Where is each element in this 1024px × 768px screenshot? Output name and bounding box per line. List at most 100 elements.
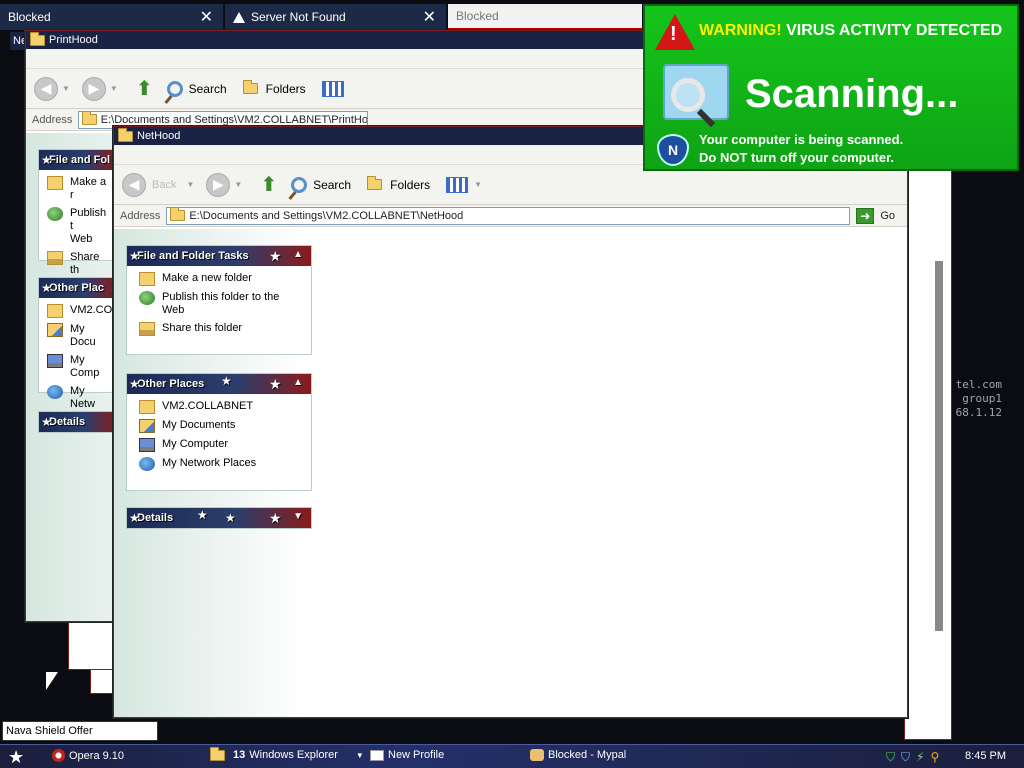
magnifier-icon bbox=[671, 78, 705, 112]
dropdown-arrow-icon[interactable]: ▼ bbox=[110, 84, 118, 93]
star-icon: ★ bbox=[269, 248, 282, 264]
message-prefix: Do bbox=[699, 150, 720, 165]
network-places-icon bbox=[139, 457, 155, 471]
place-label: My Network Places bbox=[162, 457, 257, 469]
panel-header[interactable]: ★ Other Places ★ ★ ▲ bbox=[127, 374, 311, 394]
tab-title: Blocked bbox=[8, 10, 51, 24]
stacked-window-edge bbox=[90, 668, 115, 694]
address-label: Address bbox=[32, 113, 73, 126]
shield-letter: N bbox=[667, 142, 679, 158]
up-folder-icon[interactable]: ⬆ bbox=[260, 172, 277, 197]
dropdown-arrow-icon[interactable]: ▼ bbox=[186, 180, 194, 189]
scan-status: Scanning... bbox=[745, 72, 959, 116]
panel-header[interactable]: ★ Details bbox=[39, 412, 117, 432]
dropdown-arrow-icon[interactable]: ▼ bbox=[62, 84, 70, 93]
place-my-documents[interactable]: My Documents bbox=[139, 419, 301, 433]
place-item[interactable]: VM2.CO bbox=[47, 304, 112, 318]
scan-message-1: Your computer is being scanned. bbox=[699, 132, 904, 147]
search-button[interactable]: Search bbox=[166, 80, 227, 97]
folders-icon bbox=[367, 176, 383, 190]
tab-server-not-found[interactable]: Server Not Found ✕ bbox=[225, 4, 447, 30]
back-button-label[interactable]: Back bbox=[152, 179, 176, 191]
clock[interactable]: 8:45 PM bbox=[965, 750, 1006, 762]
warning-headline: WARNING! VIRUS ACTIVITY DETECTED bbox=[699, 22, 1002, 40]
place-item[interactable]: My Comp bbox=[47, 354, 107, 380]
my-computer-icon bbox=[139, 438, 155, 452]
file-tasks-panel: ★ File and Fol Make a r Publish t Web Sh… bbox=[38, 149, 118, 276]
dropdown-arrow-icon[interactable]: ▼ bbox=[234, 180, 242, 189]
window-title: PrintHood bbox=[49, 34, 98, 46]
folders-button[interactable]: Folders bbox=[367, 176, 431, 192]
address-input[interactable]: E:\Documents and Settings\VM2.COLLABNET\… bbox=[166, 206, 851, 225]
panel-header[interactable]: ★ File and Folder Tasks ★ ▲ bbox=[127, 246, 311, 266]
warning-text: VIRUS ACTIVITY DETECTED bbox=[786, 22, 1003, 39]
views-icon[interactable] bbox=[321, 80, 344, 97]
scrollbar[interactable] bbox=[935, 261, 943, 631]
other-places-panel: ★ Other Places ★ ★ ▲ VM2.COLLABNET My Do… bbox=[126, 373, 312, 491]
folder-icon bbox=[139, 400, 155, 414]
task-label: Publish t bbox=[70, 207, 107, 232]
folders-label: Folders bbox=[265, 81, 306, 96]
taskbar: ★ Opera 9.10 13 Windows Explorer ▼ New P… bbox=[0, 744, 1024, 768]
my-documents-icon bbox=[139, 419, 155, 433]
expand-chevron-icon[interactable]: ▼ bbox=[293, 511, 303, 522]
start-button[interactable]: ★ bbox=[8, 747, 24, 768]
close-icon[interactable]: ✕ bbox=[423, 7, 436, 27]
back-arrow-icon[interactable]: ◀ bbox=[34, 76, 58, 101]
place-my-network-places[interactable]: My Network Places bbox=[139, 457, 301, 471]
warning-icon bbox=[233, 11, 245, 23]
dropdown-arrow-icon[interactable]: ▼ bbox=[356, 751, 364, 760]
nethood-window[interactable]: NetHood ◀ Back ▼ ▶ ▼ ⬆ Search Folders ▼ … bbox=[113, 126, 908, 718]
task-item[interactable]: Publish t bbox=[47, 207, 107, 233]
task-item[interactable]: Make a r bbox=[47, 176, 107, 202]
task-share-folder[interactable]: Share this folder bbox=[139, 322, 301, 336]
task-label: Make a new folder bbox=[162, 272, 252, 284]
task-label: Publish this folder to the Web bbox=[162, 291, 280, 316]
folders-label: Folders bbox=[390, 177, 431, 192]
back-arrow-icon[interactable]: ◀ bbox=[122, 172, 146, 197]
collapse-chevron-icon[interactable]: ▲ bbox=[293, 377, 303, 388]
views-icon[interactable] bbox=[446, 176, 469, 193]
place-item[interactable]: My Docu bbox=[47, 323, 107, 349]
close-icon[interactable]: ✕ bbox=[200, 7, 213, 27]
shield-tray-icon[interactable]: ⛉ bbox=[886, 750, 895, 765]
place-vm2-collabnet[interactable]: VM2.COLLABNET bbox=[139, 400, 301, 414]
forward-arrow-icon[interactable]: ▶ bbox=[206, 172, 231, 197]
scan-message-2: Do NOT turn off your computer. bbox=[699, 150, 894, 165]
virus-warning-popup[interactable]: WARNING! VIRUS ACTIVITY DETECTED Scannin… bbox=[643, 4, 1019, 171]
taskbar-item-new-profile[interactable]: New Profile bbox=[370, 749, 444, 761]
search-button[interactable]: Search bbox=[291, 176, 351, 193]
panel-header[interactable]: ★ File and Fol bbox=[39, 150, 117, 170]
title-bar[interactable]: PrintHood bbox=[26, 31, 646, 49]
star-icon: ★ bbox=[197, 508, 208, 522]
new-folder-icon bbox=[47, 176, 63, 190]
taskbar-item-opera[interactable]: Opera 9.10 bbox=[52, 749, 124, 762]
task-item[interactable]: Share th bbox=[47, 251, 107, 277]
panel-header[interactable]: ★ Other Plac bbox=[39, 278, 117, 298]
search-tray-icon[interactable]: ⚲ bbox=[930, 750, 939, 765]
panel-header[interactable]: ★ Details ★ ★ ★ ▼ bbox=[127, 508, 311, 528]
my-computer-icon bbox=[47, 354, 63, 368]
place-item[interactable]: My Netw bbox=[47, 385, 107, 411]
network-tray-icon[interactable]: ⚡ bbox=[916, 750, 924, 765]
go-button[interactable]: ➜ Go bbox=[856, 207, 895, 224]
window-icon bbox=[370, 749, 384, 761]
taskbar-item-explorer-group[interactable]: 13 Windows Explorer ▼ bbox=[210, 746, 364, 761]
tab-blocked-2[interactable]: Blocked bbox=[448, 4, 643, 30]
side-text-line: tel.com bbox=[955, 378, 1002, 391]
taskbar-item-mypal[interactable]: Blocked - Mypal bbox=[530, 749, 626, 761]
message-suffix: turn off your computer. bbox=[747, 150, 895, 165]
new-folder-icon bbox=[139, 272, 155, 286]
collapse-chevron-icon[interactable]: ▲ bbox=[293, 249, 303, 260]
taskbar-label: Blocked - Mypal bbox=[548, 749, 627, 761]
tab-blocked-1[interactable]: Blocked ✕ bbox=[0, 4, 224, 30]
security-tray-icon[interactable]: ⛉ bbox=[901, 750, 910, 765]
place-my-computer[interactable]: My Computer bbox=[139, 438, 301, 452]
forward-arrow-icon[interactable]: ▶ bbox=[81, 76, 106, 101]
share-folder-icon bbox=[139, 322, 155, 336]
task-make-new-folder[interactable]: Make a new folder bbox=[139, 272, 301, 286]
folders-button[interactable]: Folders bbox=[242, 80, 306, 96]
dropdown-arrow-icon[interactable]: ▼ bbox=[474, 180, 482, 189]
task-publish-folder[interactable]: Publish this folder to the Web bbox=[139, 291, 301, 317]
up-folder-icon[interactable]: ⬆ bbox=[136, 76, 153, 101]
